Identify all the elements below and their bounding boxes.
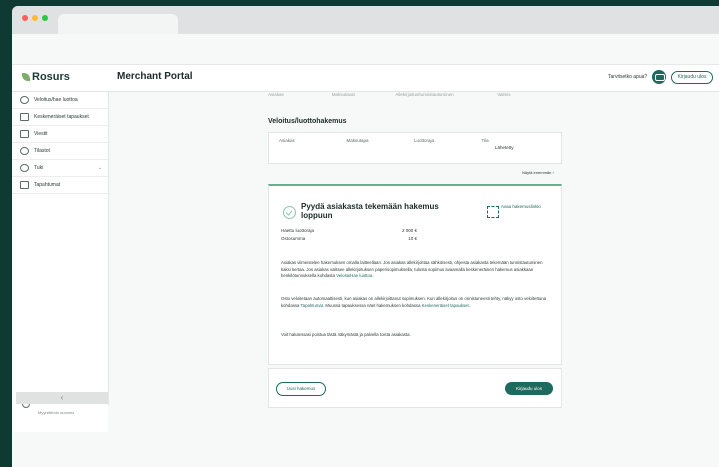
mail-icon [20, 130, 29, 138]
page-title: Merchant Portal [117, 71, 193, 82]
application-table: Asiakas Maksutapa Luottoraja Tila Lähete… [268, 132, 562, 164]
column-header: Luottoraja [414, 138, 435, 143]
new-application-button[interactable]: Uusi hakemus [276, 382, 326, 396]
pending-cases-link[interactable]: Keskeneräiset tapaukset. [422, 303, 470, 308]
instruction-paragraph: Voit halutessasi poistua tästä näkymästä… [281, 332, 549, 339]
paragraph-text: Voit halutessasi poistua tästä näkymästä… [281, 332, 411, 337]
app: Rosurs Merchant Portal Tarvitsetko apua?… [12, 65, 719, 467]
support-icon [20, 164, 29, 172]
minimize-window-icon[interactable] [32, 15, 38, 21]
column-header: Tila [481, 138, 489, 143]
logo-text: Rosurs [32, 71, 70, 83]
top-bar: Rosurs Merchant Portal Tarvitsetko apua?… [12, 65, 719, 92]
sidebar-item-events[interactable]: Tapahtumat [12, 177, 108, 194]
sidebar-item-label: Tuki [34, 165, 44, 171]
progress-steps: Asiakas Maksutavat Allekirjoitus/tunnist… [268, 92, 561, 97]
open-application-link[interactable]: Avaa hakemuslinkki [501, 204, 541, 210]
address-bar[interactable] [12, 34, 719, 65]
sidebar: Veloitus/hae luottoa Keskeneräiset tapau… [12, 92, 109, 432]
credit-card-icon [20, 96, 29, 104]
sidebar-item-pending[interactable]: Keskeneräiset tapaukset [12, 109, 108, 126]
sidebar-item-label: Veloitus/hae luottoa [34, 97, 78, 103]
paragraph-text: Asiakas viimeistelee hakemuksen omalla l… [281, 260, 543, 278]
detail-label: Haettu luottoraja [281, 228, 315, 233]
sidebar-item-support[interactable]: Tuki ⌄ [12, 160, 108, 177]
browser-tab[interactable] [58, 14, 178, 34]
events-icon [20, 181, 29, 189]
step-label: Maksutavat [331, 92, 355, 97]
check-circle-icon [283, 206, 296, 219]
step-label: Allekirjoitus/tunnistautuminen [395, 92, 454, 97]
qr-code-icon[interactable] [487, 206, 499, 218]
detail-label: Ostosumma [281, 236, 306, 241]
chat-icon[interactable] [652, 70, 666, 84]
status-value: Lähetetty [495, 145, 514, 150]
sidebar-item-charge[interactable]: Veloitus/hae luottoa [12, 92, 108, 109]
close-window-icon[interactable] [22, 15, 28, 21]
detail-value: 10 € [408, 236, 417, 241]
charge-link[interactable]: Veloita/Hae luottoa. [336, 273, 373, 278]
sidebar-item-label: Keskeneräiset tapaukset [34, 114, 89, 120]
list-icon [20, 113, 29, 121]
panel-title: Pyydä asiakasta tekemään hakemus loppuun [301, 202, 439, 220]
logo[interactable]: Rosurs [22, 71, 70, 83]
sidebar-item-label: Tilastot [34, 148, 50, 154]
user-name: Myyntitiimin nuomes [38, 410, 75, 415]
logout-button-top[interactable]: Kirjaudu ulos [671, 71, 713, 84]
section-title: Veloitus/luottohakemus [268, 118, 347, 125]
leaf-logo-icon [22, 73, 30, 81]
chart-icon [20, 147, 29, 155]
step-label: Valmis [497, 92, 511, 97]
detail-row: Haettu luottoraja 2 000 € [281, 228, 417, 233]
paragraph-text: . Muussa tapauksessa näet hakemuksen koh… [323, 302, 421, 308]
column-header: Asiakas [279, 138, 295, 143]
sidebar-item-label: Tapahtumat [34, 182, 61, 188]
action-footer: Uusi hakemus Kirjaudu ulos [268, 368, 562, 408]
sidebar-item-stats[interactable]: Tilastot [12, 143, 108, 160]
chevron-down-icon: ⌄ [97, 165, 102, 171]
browser-window: Rosurs Merchant Portal Tarvitsetko apua?… [12, 6, 719, 467]
sidebar-item-label: Viestit [34, 131, 48, 137]
request-panel: Pyydä asiakasta tekemään hakemus loppuun… [268, 184, 562, 365]
instruction-paragraph: Osto veloitetaan automaattisesti, kun as… [281, 296, 549, 309]
column-header: Maksutapa [346, 138, 369, 143]
window-controls [22, 15, 48, 21]
show-more-link[interactable]: Näytä enemmän › [522, 170, 554, 175]
events-link[interactable]: Tapahtumat [301, 303, 323, 308]
maximize-window-icon[interactable] [42, 15, 48, 21]
instruction-paragraph: Asiakas viimeistelee hakemuksen omalla l… [281, 260, 549, 280]
detail-value: 2 000 € [401, 228, 417, 233]
help-text: Tarvitsetko apua? [608, 74, 648, 80]
step-label: Asiakas [268, 92, 284, 97]
detail-row: Ostosumma 10 € [281, 236, 417, 241]
collapse-sidebar-button[interactable]: ‹ [16, 392, 108, 404]
logout-button[interactable]: Kirjaudu ulos [505, 382, 553, 395]
browser-tab-bar [12, 6, 719, 34]
table-header: Asiakas Maksutapa Luottoraja Tila [279, 138, 549, 143]
sidebar-item-messages[interactable]: Viestit [12, 126, 108, 143]
